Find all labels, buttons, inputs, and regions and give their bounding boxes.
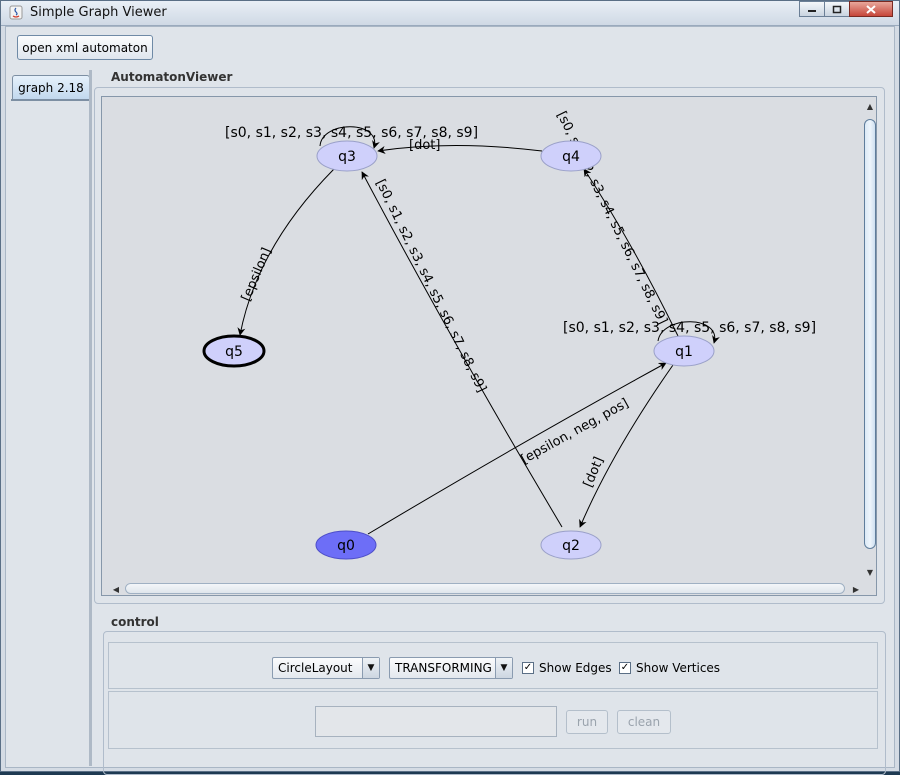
node-q3[interactable]: q3	[316, 140, 378, 172]
node-q2[interactable]: q2	[540, 530, 602, 560]
vertical-scrollbar[interactable]: ▲ ▼	[863, 99, 877, 579]
close-button[interactable]	[849, 1, 893, 17]
maximize-icon	[832, 5, 842, 13]
show-edges-label: Show Edges	[539, 661, 612, 675]
edge-q3-q5[interactable]	[237, 168, 335, 336]
chevron-down-icon: ▼	[362, 658, 379, 678]
edge-q1-q2[interactable]	[579, 364, 674, 528]
tab-graph[interactable]: graph 2.18	[12, 75, 90, 99]
node-q5-final[interactable]: q5	[202, 334, 266, 368]
horizontal-scroll-thumb[interactable]	[125, 583, 845, 594]
chevron-down-icon: ▼	[495, 658, 512, 678]
title-bar: Simple Graph Viewer	[1, 1, 899, 26]
automaton-input-field[interactable]	[315, 706, 557, 737]
checkmark-icon: ✓	[619, 662, 631, 674]
clean-button[interactable]: clean	[617, 710, 671, 734]
node-label-q1: q1	[675, 344, 693, 360]
edge-label-q1-q2: [dot]	[581, 455, 607, 490]
node-label-q3: q3	[338, 149, 356, 165]
show-vertices-checkbox[interactable]: ✓ Show Vertices	[619, 661, 720, 675]
automaton-graph[interactable]: [epsilon, neg, pos] [dot] [s0, s1, s2, s…	[102, 97, 862, 579]
java-app-icon	[9, 5, 23, 20]
window-controls	[799, 1, 893, 17]
mode-select-value: TRANSFORMING	[395, 661, 492, 675]
edge-q0-q1[interactable]	[367, 362, 667, 535]
node-label-q4: q4	[562, 149, 580, 165]
scroll-up-arrow-icon[interactable]: ▲	[863, 99, 877, 113]
run-button[interactable]: run	[566, 710, 608, 734]
show-edges-checkbox[interactable]: ✓ Show Edges	[522, 661, 612, 675]
horizontal-scrollbar[interactable]: ◀ ▶	[109, 582, 863, 596]
layout-select-value: CircleLayout	[278, 661, 353, 675]
maximize-button[interactable]	[824, 1, 850, 17]
tab-panel: graph 2.18	[9, 70, 91, 766]
checkmark-icon: ✓	[522, 662, 534, 674]
scroll-left-arrow-icon[interactable]: ◀	[109, 582, 123, 596]
control-title: control	[111, 615, 159, 629]
tab-underline	[11, 99, 91, 101]
open-xml-automaton-button[interactable]: open xml automaton	[17, 35, 153, 60]
split-pane-divider[interactable]	[89, 70, 92, 766]
layout-select[interactable]: CircleLayout ▼	[272, 657, 380, 679]
node-q0-initial[interactable]: q0	[315, 530, 377, 560]
node-label-q2: q2	[562, 538, 580, 554]
node-label-q0: q0	[337, 538, 355, 554]
minimize-icon	[808, 10, 816, 12]
node-label-q5: q5	[225, 344, 243, 360]
scroll-down-arrow-icon[interactable]: ▼	[863, 565, 877, 579]
minimize-button[interactable]	[799, 1, 825, 17]
app-window: Simple Graph Viewer open xml automaton g…	[0, 0, 900, 775]
scroll-right-arrow-icon[interactable]: ▶	[849, 582, 863, 596]
edge-label-q4-q3: [dot]	[409, 138, 440, 153]
window-title: Simple Graph Viewer	[30, 5, 167, 20]
close-icon	[866, 4, 876, 14]
graph-canvas[interactable]: [epsilon, neg, pos] [dot] [s0, s1, s2, s…	[101, 96, 877, 596]
node-q1[interactable]: q1	[653, 335, 715, 367]
vertical-scroll-thumb[interactable]	[864, 119, 876, 549]
node-q4[interactable]: q4	[540, 140, 602, 172]
show-vertices-label: Show Vertices	[636, 661, 721, 675]
mode-select[interactable]: TRANSFORMING ▼	[389, 657, 513, 679]
edge-label-q1-loop: [s0, s1, s2, s3, s4, s5, s6, s7, s8, s9]	[563, 320, 816, 336]
edge-label-q2-q3: [s0, s1, s2, s3, s4, s5, s6, s7, s8, s9]	[372, 177, 488, 395]
viewer-title: AutomatonViewer	[111, 70, 233, 84]
edge-q4-q3[interactable]	[377, 145, 543, 154]
edge-label-q3-q5: [epsilon]	[239, 246, 275, 304]
